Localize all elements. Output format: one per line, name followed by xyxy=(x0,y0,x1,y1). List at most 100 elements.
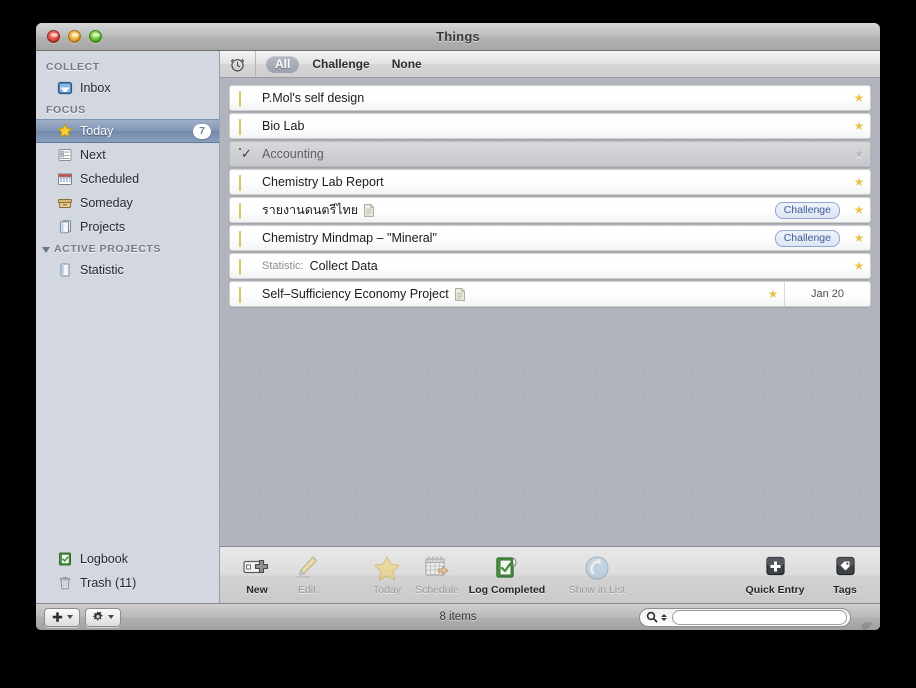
sidebar-item-logbook[interactable]: Logbook xyxy=(36,547,219,571)
back-arrow-icon xyxy=(582,553,612,583)
toolbar-label: Edit xyxy=(297,584,317,596)
desktop-background: Things COLLECT Inbox FOCUS Today 7 Next … xyxy=(0,0,916,688)
today-star-icon[interactable]: ★ xyxy=(848,175,870,189)
tag-badge[interactable]: Challenge xyxy=(774,229,840,247)
search-options-caret-icon[interactable] xyxy=(661,613,667,621)
table-row[interactable]: Statistic: Collect Data ★ xyxy=(229,253,871,279)
todo-checkbox[interactable] xyxy=(239,286,252,303)
sidebar-item-label: Next xyxy=(80,148,106,162)
todo-checkbox[interactable] xyxy=(239,90,252,107)
table-row[interactable]: Chemistry Mindmap – "Mineral" Challenge … xyxy=(229,225,871,251)
table-row[interactable]: Self–Sufficiency Economy Project ★ Jan 2… xyxy=(229,281,871,307)
window-titlebar[interactable]: Things xyxy=(36,23,880,51)
chevron-down-icon xyxy=(108,615,114,619)
todo-list-area[interactable]: P.Mol's self design ★ Bio Lab ★ ✓ Accoun… xyxy=(220,78,880,546)
toolbar-center-group: Today Schedule Log Completed Show in Lis… xyxy=(364,551,732,596)
todo-checkbox[interactable] xyxy=(239,258,252,275)
star-icon xyxy=(372,553,402,583)
search-icon[interactable] xyxy=(646,611,658,623)
search-box[interactable] xyxy=(639,607,851,627)
log-completed-button[interactable]: Log Completed xyxy=(464,551,550,596)
today-star-icon[interactable]: ★ xyxy=(848,147,870,161)
sidebar-item-inbox[interactable]: Inbox xyxy=(36,76,219,100)
project-icon xyxy=(57,262,73,278)
sidebar-item-label: Today xyxy=(80,124,114,138)
plus-icon xyxy=(51,611,64,624)
new-button[interactable]: New xyxy=(234,551,280,596)
today-star-icon[interactable]: ★ xyxy=(762,287,784,301)
today-star-icon[interactable]: ★ xyxy=(848,259,870,273)
tags-button[interactable]: Tags xyxy=(822,551,868,596)
todo-title: รายงานดนตรีไทย xyxy=(262,200,775,220)
tag-filter-all[interactable]: All xyxy=(266,55,300,73)
todo-checkbox-checked[interactable]: ✓ xyxy=(239,147,252,161)
today-star-icon[interactable]: ★ xyxy=(848,203,870,217)
today-star-icon[interactable]: ★ xyxy=(848,119,870,133)
sidebar-item-statistic[interactable]: Statistic xyxy=(36,258,219,282)
table-row[interactable]: รายงานดนตรีไทย Challenge ★ xyxy=(229,197,871,223)
quick-entry-button[interactable]: Quick Entry xyxy=(732,551,818,596)
chevron-down-icon xyxy=(67,615,73,619)
table-row[interactable]: Chemistry Lab Report ★ xyxy=(229,169,871,195)
sidebar-section-header-focus: FOCUS xyxy=(46,104,86,116)
sidebar-item-scheduled[interactable]: Scheduled xyxy=(36,167,219,191)
add-button[interactable] xyxy=(44,607,80,627)
today-button[interactable]: Today xyxy=(364,551,410,596)
todo-title-text: Collect Data xyxy=(309,259,378,273)
todo-title: Statistic: Collect Data xyxy=(262,259,848,273)
sidebar-item-label: Someday xyxy=(80,196,133,210)
status-bar: 8 items xyxy=(36,603,880,630)
sidebar-item-projects[interactable]: Projects xyxy=(36,215,219,239)
search-input[interactable] xyxy=(672,609,847,625)
zoom-button[interactable] xyxy=(89,30,102,43)
toolbar-label: Today xyxy=(372,584,402,596)
close-button[interactable] xyxy=(47,30,60,43)
todo-rows: P.Mol's self design ★ Bio Lab ★ ✓ Accoun… xyxy=(229,85,871,307)
calendar-arrow-icon xyxy=(422,553,452,583)
today-star-icon[interactable]: ★ xyxy=(848,231,870,245)
inbox-icon xyxy=(57,80,73,96)
tag-badge[interactable]: Challenge xyxy=(774,201,840,219)
star-icon xyxy=(57,123,73,139)
table-row[interactable]: ✓ Accounting ★ xyxy=(229,141,871,167)
edit-button[interactable]: Edit xyxy=(284,551,330,596)
tag-filter-bar: All Challenge None xyxy=(220,51,880,78)
table-row[interactable]: Bio Lab ★ xyxy=(229,113,871,139)
sidebar-item-label: Trash (11) xyxy=(80,576,137,590)
things-window: Things COLLECT Inbox FOCUS Today 7 Next … xyxy=(36,23,880,630)
todo-title: Self–Sufficiency Economy Project xyxy=(262,287,762,301)
box-icon xyxy=(57,195,73,211)
todo-checkbox[interactable] xyxy=(239,202,252,219)
table-row[interactable]: P.Mol's self design ★ xyxy=(229,85,871,111)
tag-filter-none[interactable]: None xyxy=(383,56,431,73)
chevron-down-icon xyxy=(42,246,50,253)
todo-title-text: รายงานดนตรีไทย xyxy=(262,203,359,217)
sidebar-section-header-active-projects[interactable]: ACTIVE PROJECTS xyxy=(36,239,219,258)
alarm-clock-icon xyxy=(229,56,246,73)
pencil-icon xyxy=(292,553,322,583)
sidebar-item-today[interactable]: Today 7 xyxy=(36,119,219,143)
sidebar-item-trash[interactable]: Trash (11) xyxy=(36,571,219,595)
todo-checkbox[interactable] xyxy=(239,230,252,247)
sidebar-item-someday[interactable]: Someday xyxy=(36,191,219,215)
traffic-lights xyxy=(47,30,102,43)
action-gear-button[interactable] xyxy=(85,607,121,627)
tag-filter-challenge[interactable]: Challenge xyxy=(303,56,378,73)
sidebar-item-next[interactable]: Next xyxy=(36,143,219,167)
alarm-clock-button[interactable] xyxy=(220,51,256,77)
sidebar-item-label: Logbook xyxy=(80,552,128,566)
due-date-cell[interactable]: Jan 20 xyxy=(784,282,870,306)
calendar-icon xyxy=(57,171,73,187)
note-icon xyxy=(364,203,374,217)
todo-checkbox[interactable] xyxy=(239,118,252,135)
resize-grip[interactable] xyxy=(859,611,873,630)
show-in-list-button[interactable]: Show in List xyxy=(554,551,640,596)
minimize-button[interactable] xyxy=(68,30,81,43)
todo-checkbox[interactable] xyxy=(239,174,252,191)
today-star-icon[interactable]: ★ xyxy=(848,91,870,105)
toolbar-label: Quick Entry xyxy=(745,584,805,596)
schedule-button[interactable]: Schedule xyxy=(414,551,460,596)
toolbar-label: Log Completed xyxy=(468,584,546,596)
todo-title-text: Self–Sufficiency Economy Project xyxy=(262,287,449,301)
main-pane: All Challenge None P.Mol's self design ★ xyxy=(220,51,880,603)
